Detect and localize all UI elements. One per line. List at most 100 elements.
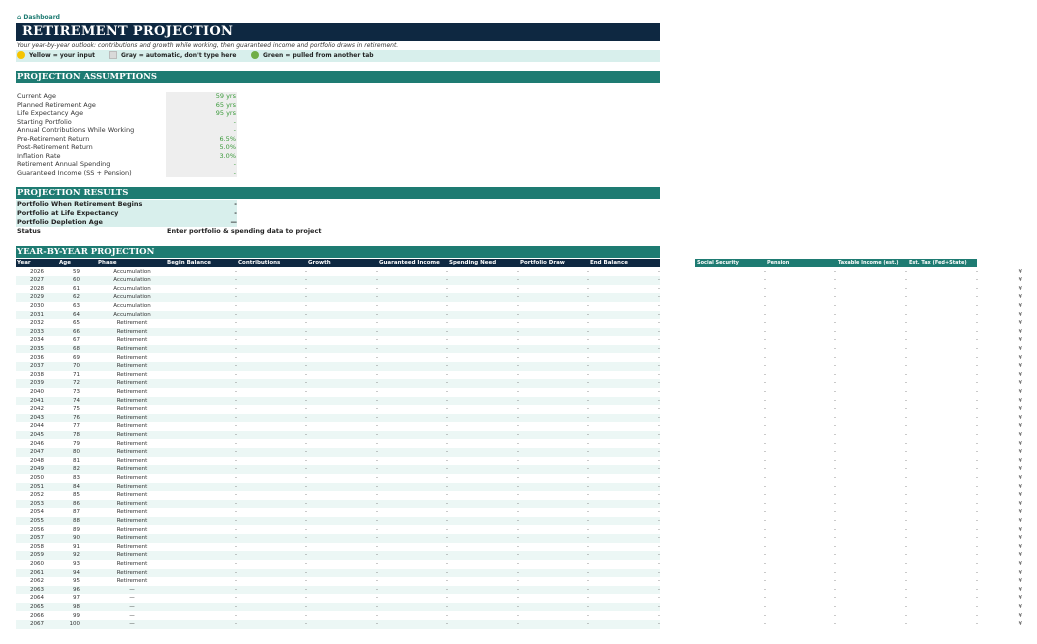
- side-value-cell: -: [905, 371, 907, 378]
- side-value-cell: -: [905, 500, 907, 507]
- year-cell: 2031: [30, 311, 44, 318]
- side-value-cell: -: [834, 457, 836, 464]
- side-value-cell: -: [905, 414, 907, 421]
- age-cell: 84: [73, 483, 80, 490]
- assumption-value-cell[interactable]: 5.0%: [166, 143, 237, 152]
- table-row: 2061 94 Retirement - - - - - - - - - - - ¥: [0, 568, 1037, 578]
- value-cell: -: [305, 406, 307, 413]
- value-cell: -: [376, 302, 378, 309]
- assumption-value-cell[interactable]: -: [166, 168, 237, 177]
- value-cell: -: [376, 621, 378, 628]
- side-value-cell: -: [834, 380, 836, 387]
- value-cell: -: [587, 388, 589, 395]
- year-cell: 2058: [30, 543, 44, 550]
- side-value-cell: -: [976, 380, 978, 387]
- assumption-value-cell[interactable]: -: [166, 160, 237, 169]
- value-cell: -: [658, 569, 660, 576]
- result-row: Portfolio Depletion Age —: [16, 218, 237, 227]
- value-cell: -: [587, 363, 589, 370]
- phase-cell: Retirement: [116, 320, 148, 327]
- flag-cell: ¥: [1018, 337, 1023, 344]
- value-cell: -: [305, 328, 307, 335]
- value-cell: -: [587, 500, 589, 507]
- table-row: 2062 95 Retirement - - - - - - - - - - - ¥: [0, 577, 1037, 586]
- value-cell: -: [587, 509, 589, 516]
- value-cell: -: [376, 517, 378, 524]
- year-cell: 2030: [30, 302, 44, 309]
- value-cell: -: [305, 578, 307, 585]
- side-value-cell: -: [976, 268, 978, 275]
- value-cell: -: [235, 311, 237, 318]
- assumption-value-cell[interactable]: 95 yrs: [166, 109, 237, 118]
- value-cell: -: [658, 397, 660, 404]
- value-cell: -: [446, 380, 448, 387]
- flag-cell: ¥: [1018, 569, 1023, 576]
- side-value-cell: -: [834, 345, 836, 352]
- dashboard-link[interactable]: ⌂ Dashboard: [17, 14, 60, 21]
- value-cell: -: [305, 311, 307, 318]
- flag-cell: ¥: [1018, 500, 1023, 507]
- value-cell: -: [376, 294, 378, 301]
- value-cell: -: [376, 535, 378, 542]
- year-cell: 2034: [30, 337, 44, 344]
- assumption-value-cell[interactable]: 65 yrs: [166, 100, 237, 109]
- assumption-label: Pre-Retirement Return: [17, 134, 90, 143]
- flag-cell: ¥: [1018, 603, 1023, 610]
- table-row: 2051 84 Retirement - - - - - - - - - - - ¥: [0, 482, 1037, 492]
- side-value-cell: -: [764, 328, 766, 335]
- assumption-value-cell[interactable]: 3.0%: [166, 151, 237, 160]
- assumption-value-cell[interactable]: 59 yrs: [166, 92, 237, 101]
- value-cell: -: [235, 560, 237, 567]
- side-value-cell: -: [905, 311, 907, 318]
- table-row: 2064 97 — - - - - - - - - - - - ¥: [0, 594, 1037, 603]
- year-cell: 2045: [30, 431, 44, 438]
- value-cell: -: [587, 397, 589, 404]
- side-value-cell: -: [834, 595, 836, 602]
- value-cell: -: [376, 578, 378, 585]
- side-column-header: Pension: [767, 260, 790, 266]
- phase-cell: Retirement: [116, 569, 148, 576]
- table-row: 2045 78 Retirement - - - - - - - - - - - ¥: [0, 430, 1037, 440]
- assumption-label: Life Expectancy Age: [17, 109, 84, 117]
- value-cell: -: [235, 483, 237, 490]
- year-cell: 2036: [30, 354, 44, 361]
- value-cell: -: [235, 612, 237, 619]
- value-cell: -: [587, 406, 589, 413]
- value-cell: -: [517, 483, 519, 490]
- side-value-cell: -: [905, 363, 907, 370]
- result-label: Portfolio Depletion Age: [17, 218, 103, 226]
- value-cell: -: [235, 603, 237, 610]
- assumptions-section-header: PROJECTION ASSUMPTIONS: [16, 71, 660, 83]
- phase-cell: Retirement: [116, 578, 148, 585]
- phase-cell: Accumulation: [113, 268, 151, 275]
- table-row: 2027 60 Accumulation - - - - - - - - - - - ¥: [0, 276, 1037, 285]
- value-cell: -: [587, 311, 589, 318]
- side-value-cell: -: [905, 526, 907, 533]
- year-cell: 2043: [30, 414, 44, 421]
- flag-cell: ¥: [1018, 268, 1023, 275]
- phase-cell: Retirement: [116, 440, 148, 447]
- age-cell: 68: [73, 345, 80, 352]
- phase-cell: Retirement: [116, 354, 148, 361]
- flag-cell: ¥: [1018, 371, 1023, 378]
- value-cell: -: [658, 492, 660, 499]
- assumption-value-cell[interactable]: -: [166, 117, 237, 126]
- value-cell: -: [517, 449, 519, 456]
- year-cell: 2062: [30, 578, 44, 585]
- age-cell: 90: [73, 535, 80, 542]
- side-value-cell: -: [976, 354, 978, 361]
- value-cell: -: [446, 560, 448, 567]
- value-cell: -: [658, 474, 660, 481]
- side-value-cell: -: [834, 612, 836, 619]
- age-cell: 60: [73, 277, 80, 284]
- value-cell: -: [446, 294, 448, 301]
- value-cell: -: [587, 474, 589, 481]
- value-cell: -: [235, 526, 237, 533]
- value-cell: -: [658, 500, 660, 507]
- assumption-row: Retirement Annual Spending -: [17, 160, 237, 169]
- phase-cell: Retirement: [116, 560, 148, 567]
- assumption-value-cell[interactable]: 6.5%: [166, 134, 237, 143]
- assumption-value-cell[interactable]: -: [166, 126, 237, 135]
- phase-cell: Retirement: [116, 345, 148, 352]
- phase-cell: —: [129, 603, 135, 610]
